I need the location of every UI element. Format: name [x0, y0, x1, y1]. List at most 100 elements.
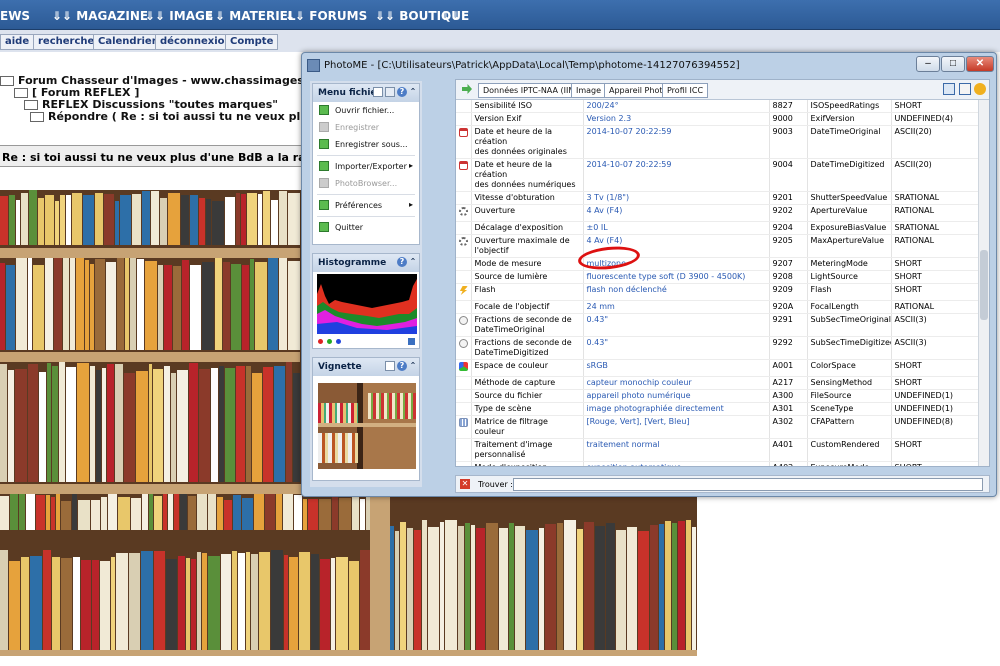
book-spine	[476, 528, 485, 656]
menu-item[interactable]: Préférences ▸	[313, 197, 419, 214]
nav-link[interactable]: ⇓⇓ MATERIEL	[205, 9, 296, 23]
histogram-chart	[317, 274, 417, 334]
book-spine	[56, 493, 60, 530]
exif-row[interactable]: Source du fichier appareil photo numériqu…	[456, 389, 979, 403]
folder-icon[interactable]	[385, 87, 395, 97]
exif-field: Flash	[807, 283, 892, 301]
row-icon-cell	[456, 389, 472, 403]
aperture-icon	[459, 237, 468, 246]
exif-row[interactable]: Source de lumière fluorescente type soft …	[456, 270, 979, 284]
exif-row[interactable]: Flash flash non déclenché 9209 Flash SHORT	[456, 283, 979, 301]
close-button[interactable]: ✕	[966, 56, 994, 72]
help-icon[interactable]: ?	[397, 87, 407, 97]
nav-link[interactable]: ⇓⇓ FORUMS	[285, 9, 367, 23]
forward-arrow-icon[interactable]	[462, 84, 472, 94]
exif-row[interactable]: Fractions de seconde de DateTimeOriginal…	[456, 313, 979, 337]
book-spine	[298, 552, 311, 656]
book-spine	[270, 550, 283, 656]
tab-iptc[interactable]: Données IPTC-NAA (IIM)	[478, 83, 584, 98]
forum-button-1[interactable]: recherche	[33, 34, 100, 50]
export-icon[interactable]	[943, 83, 955, 95]
menu-item[interactable]: Importer/Exporter ▸	[313, 158, 419, 175]
find-input[interactable]	[513, 478, 983, 491]
red-channel-icon[interactable]	[318, 339, 323, 344]
close-find-icon[interactable]: ✕	[460, 479, 470, 489]
exif-row[interactable]: Ouverture 4 Av (F4) 9202 ApertureValue RATIO…	[456, 204, 979, 222]
menu-item[interactable]: Quitter	[313, 219, 419, 236]
collapse-icon[interactable]: ⌃	[408, 361, 418, 371]
vertical-scrollbar[interactable]	[978, 100, 989, 466]
exif-row[interactable]: Traitement d'image personnalisé traitemen…	[456, 438, 979, 462]
photome-window: PhotoME - [C:\Utilisateurs\Patrick\AppDa…	[301, 52, 997, 497]
book-spine	[606, 523, 615, 656]
exif-panel: Données IPTC-NAA (IIM) Image Appareil Ph…	[455, 79, 990, 467]
row-icon-cell	[456, 100, 472, 113]
book-spine	[616, 530, 626, 656]
exif-row[interactable]: Décalage d'exposition ±0 IL 9204 ExposureBi…	[456, 221, 979, 235]
vignette-header[interactable]: Vignette ? ⌃	[313, 358, 419, 376]
exif-row[interactable]: Focale de l'objectif 24 mm 920A FocalLength…	[456, 300, 979, 314]
book-spine	[319, 499, 331, 530]
histogramme-header[interactable]: Histogramme ? ⌃	[313, 254, 419, 272]
book-spine	[168, 491, 173, 530]
exif-tag: 9000	[769, 112, 808, 126]
exif-row[interactable]: Vitesse d'obturation 3 Tv (1/8") 9201 Shutt…	[456, 191, 979, 205]
book-spine	[564, 520, 576, 656]
exif-row[interactable]: Date et heure de la création des données…	[456, 158, 979, 192]
exif-row[interactable]: Mode de mesure multizone 9207 MeteringMode S…	[456, 257, 979, 271]
tab-image[interactable]: Image	[571, 83, 607, 98]
book-spine	[137, 259, 145, 350]
minimize-button[interactable]: –	[916, 56, 940, 72]
book-spine	[238, 553, 245, 656]
histogram-options-icon[interactable]	[408, 338, 415, 345]
exif-row[interactable]: Type de scène image photographiée directe…	[456, 402, 979, 416]
book-spine	[45, 195, 55, 245]
forum-button-0[interactable]: aide	[0, 34, 35, 50]
exif-type: UNDEFINED(1)	[891, 402, 979, 416]
folder-icon	[0, 76, 14, 86]
menu-item[interactable]: PhotoBrowser...	[313, 175, 419, 192]
nav-link[interactable]: ⇓⇓ IMAGE	[145, 9, 213, 23]
menu-item[interactable]: Ouvrir fichier...	[313, 102, 419, 119]
exif-row[interactable]: Sensibilité ISO 200/24° 8827 ISOSpeedRating…	[456, 100, 979, 113]
collapse-icon[interactable]: ⌃	[408, 87, 418, 97]
book-spine	[51, 497, 55, 530]
exif-row[interactable]: Méthode de capture capteur monochip coule…	[456, 376, 979, 390]
exif-row[interactable]: Espace de couleur sRGB A001 ColorSpace SHORT	[456, 359, 979, 377]
help-icon[interactable]: ?	[397, 257, 407, 267]
blue-channel-icon[interactable]	[336, 339, 341, 344]
book-spine	[217, 497, 223, 530]
book-spine	[499, 528, 508, 656]
exif-value: flash non déclenché	[583, 283, 770, 301]
menu-fichier-header[interactable]: Menu fichier ? ⌃	[313, 84, 419, 102]
exif-row[interactable]: Date et heure de la création des données…	[456, 125, 979, 159]
copy-icon[interactable]	[959, 83, 971, 95]
exif-row[interactable]: Mode d'expositionexposition automatiqueA…	[456, 461, 979, 466]
help-icon[interactable]: ?	[397, 361, 407, 371]
exif-row[interactable]: Ouverture maximale de l'objectif 4 Av (F4…	[456, 234, 979, 258]
thumbnail-icon[interactable]	[385, 361, 395, 371]
forum-button-2[interactable]: Calendrier	[93, 34, 162, 50]
book-spine	[686, 520, 691, 656]
maximize-button[interactable]: □	[941, 56, 965, 72]
exif-name: Ouverture	[471, 204, 584, 222]
exif-row[interactable]: Version Exif Version 2.3 9000 ExifVersion UN…	[456, 112, 979, 126]
nav-link[interactable]: ⇓⇓	[440, 9, 460, 23]
book-spine	[692, 527, 696, 656]
exif-type: ASCII(3)	[891, 336, 979, 360]
book-spine	[191, 559, 197, 656]
tab-profil-icc[interactable]: Profil ICC	[662, 83, 709, 98]
exif-row[interactable]: Matrice de filtrage couleur [Rouge, Vert]…	[456, 415, 979, 439]
nav-link[interactable]: EWS	[0, 9, 30, 23]
menu-item[interactable]: Enregistrer sous...	[313, 136, 419, 153]
doc-icon[interactable]	[373, 87, 383, 97]
forum-button-4[interactable]: Compte	[225, 34, 279, 50]
scrollbar-thumb[interactable]	[980, 250, 988, 320]
collapse-icon[interactable]: ⌃	[408, 257, 418, 267]
settings-icon[interactable]	[974, 83, 986, 95]
nav-link[interactable]: ⇓⇓ MAGAZINE	[52, 9, 148, 23]
exif-row[interactable]: Fractions de seconde de DateTimeDigitize…	[456, 336, 979, 360]
exif-field: SensingMethod	[807, 376, 892, 390]
green-channel-icon[interactable]	[327, 339, 332, 344]
menu-item[interactable]: Enregistrer	[313, 119, 419, 136]
